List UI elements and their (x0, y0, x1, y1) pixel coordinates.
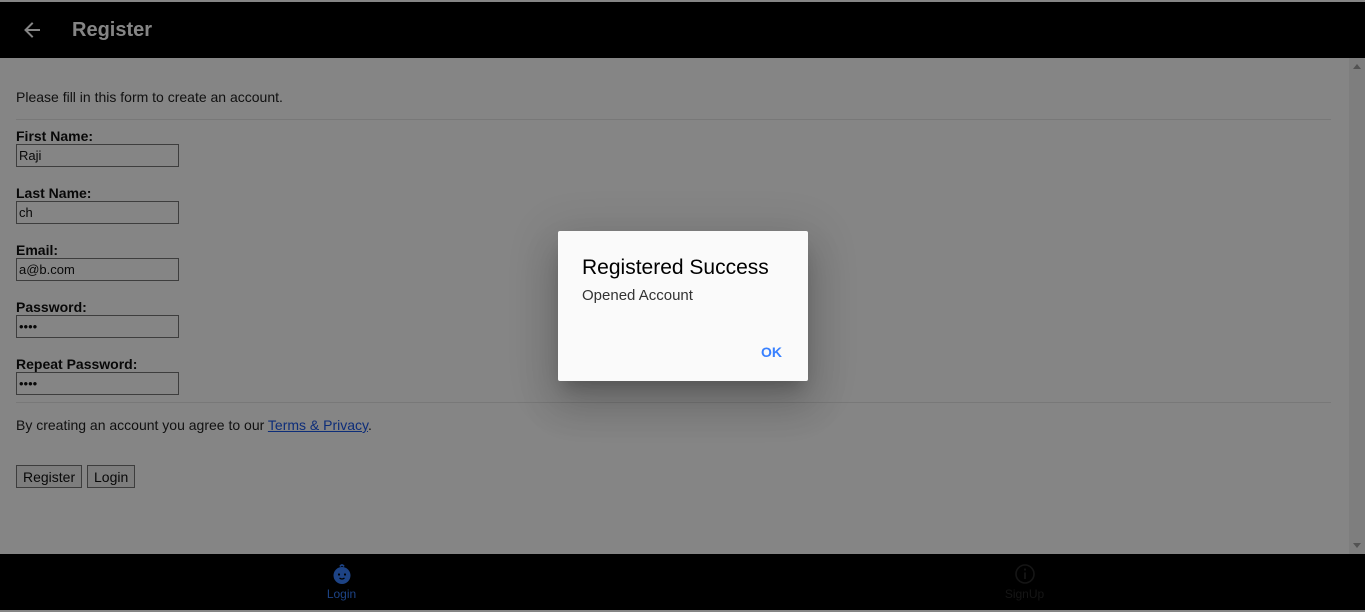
dialog-message: Opened Account (582, 287, 693, 304)
alert-dialog: Registered Success Opened Account OK (558, 231, 808, 381)
app-frame: Register Please fill in this form to cre… (0, 0, 1365, 612)
dialog-title: Registered Success (582, 256, 769, 279)
ok-button[interactable]: OK (751, 336, 792, 368)
